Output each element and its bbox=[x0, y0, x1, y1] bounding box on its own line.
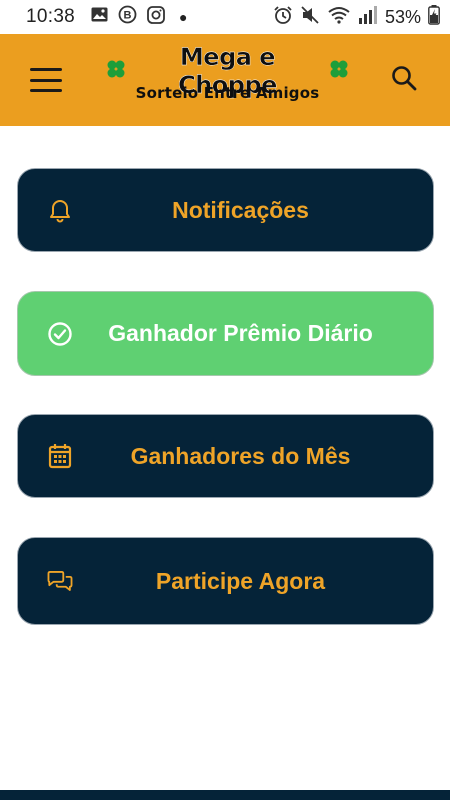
bottom-bar bbox=[0, 790, 450, 800]
b-badge-icon: B bbox=[118, 5, 137, 29]
signal-icon bbox=[358, 5, 378, 29]
battery-icon bbox=[428, 4, 440, 30]
menu-button[interactable] bbox=[30, 68, 64, 94]
app-header: Mega e Choppe Sorteio Entre Amigos bbox=[0, 34, 450, 126]
menu-icon bbox=[30, 68, 64, 92]
participate-now-label: Participe Agora bbox=[155, 567, 326, 594]
participate-now-button[interactable]: Participe Agora bbox=[17, 537, 434, 625]
search-icon bbox=[390, 66, 418, 96]
chat-bubbles-icon bbox=[46, 567, 74, 595]
daily-winner-label: Ganhador Prêmio Diário bbox=[108, 320, 373, 346]
alarm-icon bbox=[273, 5, 293, 30]
notifications-label: Notificações bbox=[172, 196, 309, 223]
instagram-icon bbox=[147, 5, 165, 29]
bell-icon bbox=[46, 196, 74, 224]
clover-icon bbox=[105, 58, 127, 85]
mute-icon bbox=[300, 5, 320, 30]
notifications-button[interactable]: Notificações bbox=[17, 168, 434, 252]
status-time: 10:38 bbox=[26, 6, 76, 27]
dot-icon: ● bbox=[179, 9, 188, 25]
svg-text:B: B bbox=[124, 10, 132, 22]
daily-winner-button[interactable]: Ganhador Prêmio Diário bbox=[17, 291, 434, 376]
calendar-icon bbox=[46, 442, 74, 470]
check-circle-icon bbox=[46, 320, 74, 348]
wifi-icon bbox=[327, 5, 351, 30]
status-bar: 10:38 B ● 53% bbox=[0, 0, 450, 34]
brand-logo: Mega e Choppe Sorteio Entre Amigos bbox=[105, 43, 350, 106]
clover-icon bbox=[328, 58, 350, 85]
month-winners-label: Ganhadores do Mês bbox=[130, 442, 351, 469]
brand-subtitle: Sorteio Entre Amigos bbox=[135, 84, 320, 102]
image-icon bbox=[91, 7, 108, 27]
battery-percent: 53% bbox=[384, 6, 421, 27]
search-button[interactable] bbox=[390, 64, 420, 94]
month-winners-button[interactable]: Ganhadores do Mês bbox=[17, 414, 434, 498]
